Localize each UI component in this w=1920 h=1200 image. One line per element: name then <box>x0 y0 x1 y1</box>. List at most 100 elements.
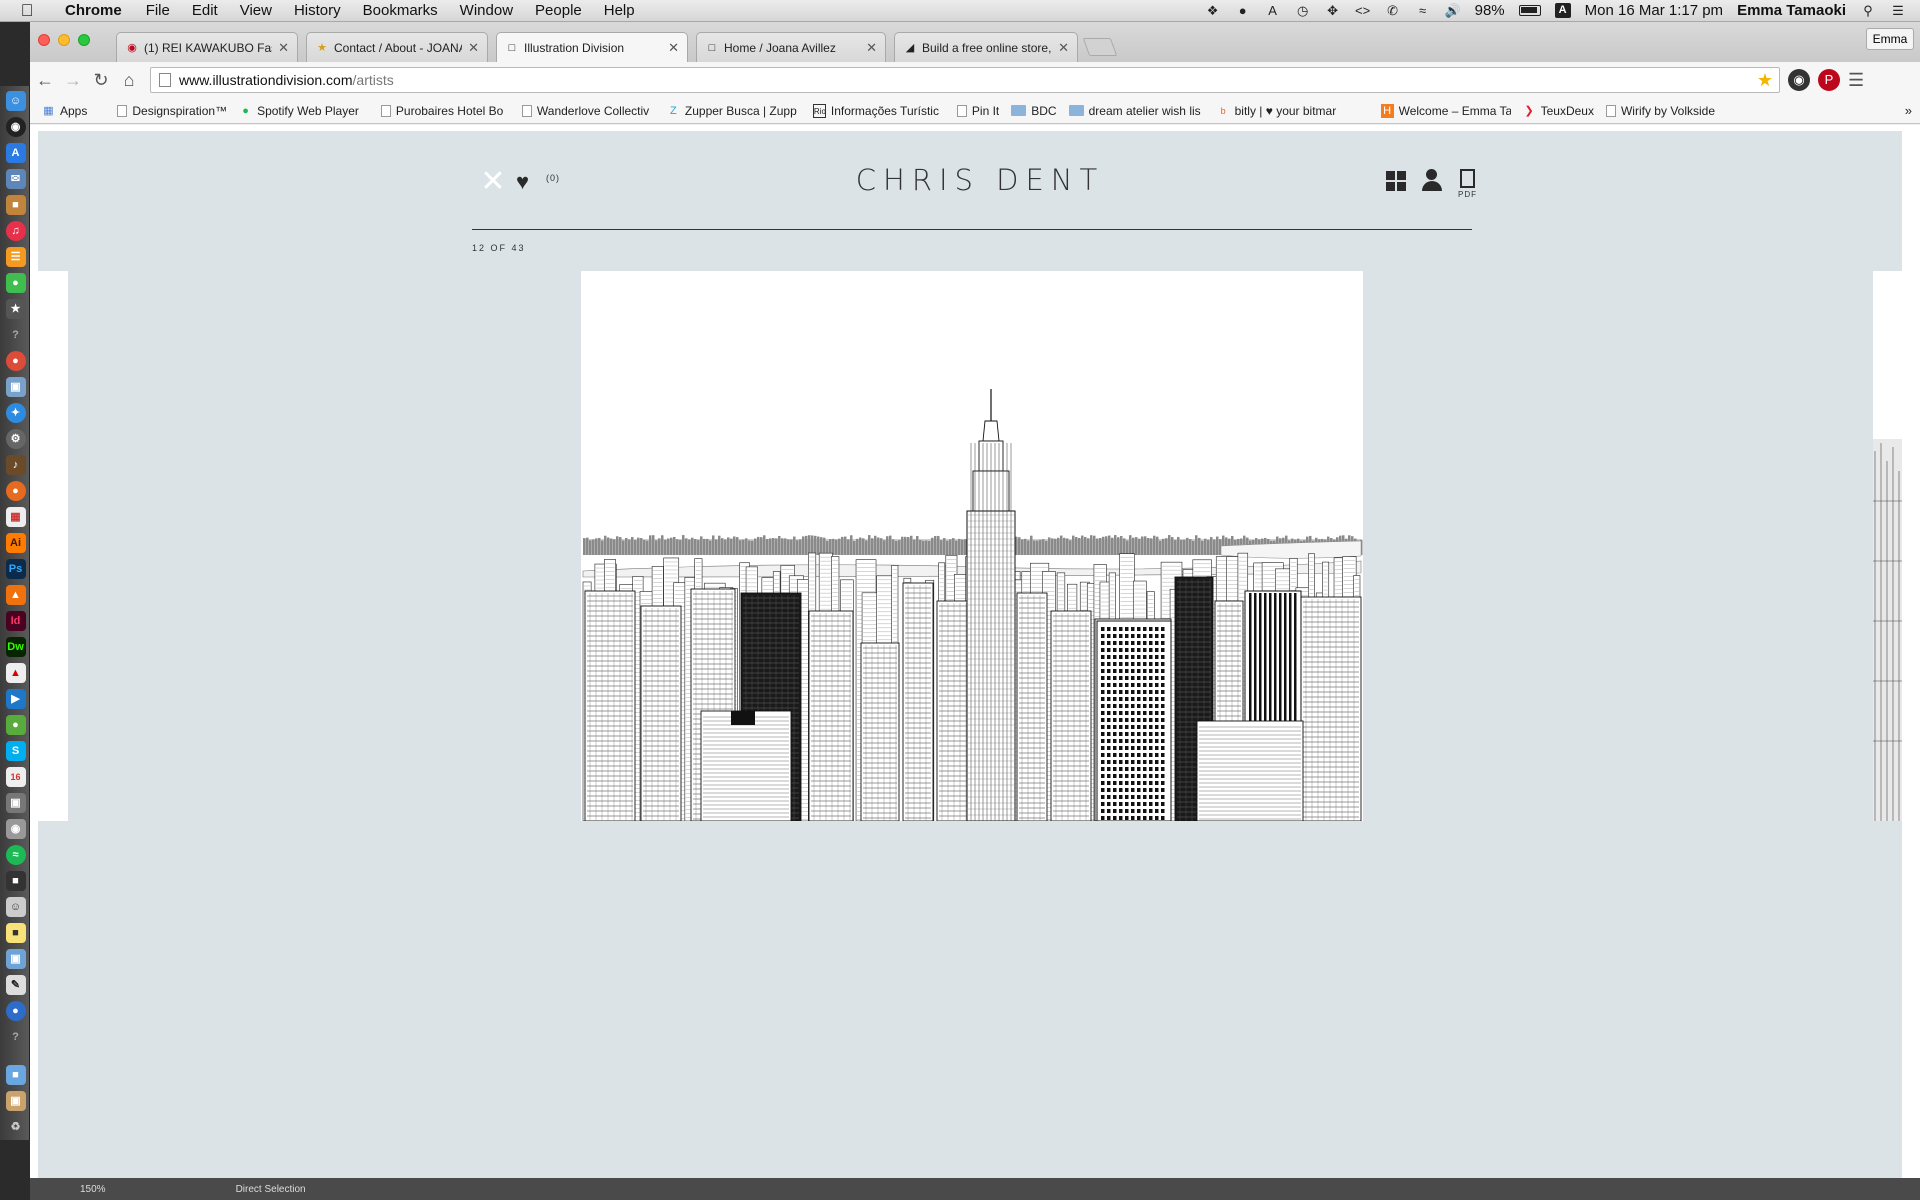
tab-close-icon[interactable]: ✕ <box>468 40 479 56</box>
evernote-dock-icon[interactable]: ● <box>5 715 26 735</box>
applications-folder-icon[interactable]: ■ <box>5 1065 26 1085</box>
window-zoom-button[interactable] <box>78 34 90 46</box>
code-icon[interactable]: <> <box>1355 3 1371 18</box>
chrome-icon[interactable]: ● <box>5 351 26 371</box>
garageband-icon[interactable]: ♪ <box>5 455 26 475</box>
dashboard-icon[interactable]: ◉ <box>5 117 26 137</box>
reload-icon[interactable]: ↻ <box>88 67 114 93</box>
calendar-icon[interactable]: ▦ <box>5 507 26 527</box>
disk-icon[interactable]: ■ <box>5 871 26 891</box>
indesign-icon[interactable]: Id <box>5 611 26 631</box>
tab-close-icon[interactable]: ✕ <box>668 40 679 56</box>
photo-icon[interactable]: ▣ <box>5 793 26 813</box>
firefox-icon[interactable]: ● <box>5 481 26 501</box>
menu-help[interactable]: Help <box>593 2 646 19</box>
bookmark-folder-dream-atelier[interactable]: dream atelier wish lis <box>1068 104 1205 118</box>
bookmark-bitly[interactable]: b bitly | ♥ your bitmar <box>1217 104 1369 118</box>
home-icon[interactable]: ⌂ <box>116 67 142 93</box>
scanner-icon[interactable]: ◉ <box>5 819 26 839</box>
dreamweaver-icon[interactable]: Dw <box>5 637 26 657</box>
page-info-icon[interactable] <box>159 73 171 87</box>
previous-image-peek[interactable] <box>38 271 68 821</box>
time-machine-icon[interactable]: ◷ <box>1295 3 1311 18</box>
ibooks-icon[interactable]: ☰ <box>5 247 26 267</box>
bookmark-pin-it[interactable]: Pin It <box>956 104 999 118</box>
forward-arrow-icon[interactable]: → <box>60 67 86 93</box>
bookmark-informacoes[interactable]: Rio Informações Turístic <box>812 103 945 118</box>
quicktime-icon[interactable]: ▶ <box>5 689 26 709</box>
next-image-peek[interactable] <box>1873 271 1902 821</box>
new-tab-button[interactable] <box>1082 38 1118 56</box>
menu-people[interactable]: People <box>524 2 593 19</box>
evernote-icon[interactable]: ● <box>1235 3 1251 18</box>
battery-percent[interactable]: 98% <box>1475 2 1505 19</box>
menu-app-name[interactable]: Chrome <box>54 2 135 19</box>
mail-icon[interactable]: ✉ <box>5 169 26 189</box>
grid-view-icon[interactable] <box>1386 171 1406 191</box>
menu-bookmarks[interactable]: Bookmarks <box>352 2 449 19</box>
phone-icon[interactable]: ✆ <box>1385 3 1401 18</box>
window-minimize-button[interactable] <box>58 34 70 46</box>
color-extension-icon[interactable]: ◉ <box>1788 69 1810 91</box>
photoshop-icon[interactable]: Ps <box>5 559 26 579</box>
contacts-icon[interactable]: ☺ <box>5 897 26 917</box>
bookmark-welcome-emma[interactable]: H Welcome – Emma Ta <box>1380 103 1511 118</box>
menu-view[interactable]: View <box>229 2 283 19</box>
tab-contact-about[interactable]: ★ Contact / About - JOANA A ✕ <box>306 32 488 62</box>
pdf-download-button[interactable]: PDF <box>1458 169 1476 199</box>
bookmark-spotify[interactable]: ● Spotify Web Player <box>239 104 359 118</box>
wifi-icon[interactable]: ≈ <box>1415 3 1431 18</box>
chrome-menu-icon[interactable]: ☰ <box>1848 70 1864 91</box>
safari-icon[interactable]: ✦ <box>5 403 26 423</box>
acrobat-icon[interactable]: ▲ <box>5 663 26 683</box>
illustrator-icon[interactable]: Ai <box>5 533 26 553</box>
tab-illustration-division[interactable]: □ Illustration Division ✕ <box>496 32 688 62</box>
user-profile-icon[interactable] <box>1421 169 1443 193</box>
trash-icon[interactable]: ♻ <box>6 1117 26 1137</box>
adobe-icon[interactable]: A <box>1265 3 1281 18</box>
menu-edit[interactable]: Edit <box>181 2 229 19</box>
apple-menu-icon[interactable]:  <box>0 1 54 21</box>
menu-window[interactable]: Window <box>449 2 524 19</box>
system-preferences-icon[interactable]: ⚙ <box>5 429 26 449</box>
skype-icon[interactable]: S <box>5 741 26 761</box>
ical-icon[interactable]: 16 <box>5 767 26 787</box>
bookmark-folder-bdc[interactable]: BDC <box>1011 104 1057 118</box>
window-close-button[interactable] <box>38 34 50 46</box>
notification-center-icon[interactable]: ☰ <box>1890 3 1906 18</box>
bookmark-purobaires[interactable]: Purobaires Hotel Bo <box>380 104 510 118</box>
bookmarks-overflow-icon[interactable]: » <box>1905 103 1912 118</box>
dropbox-icon[interactable]: ❖ <box>1205 3 1221 18</box>
input-source-icon[interactable]: A <box>1554 3 1571 18</box>
finder-icon[interactable]: ☺ <box>5 91 26 111</box>
bookmark-teuxdeux[interactable]: ❯ TeuxDeux <box>1523 104 1594 118</box>
tab-close-icon[interactable]: ✕ <box>278 40 289 56</box>
bookmark-apps[interactable]: ▦ Apps <box>42 104 87 118</box>
move-icon[interactable]: ✥ <box>1325 3 1341 18</box>
profile-button[interactable]: Emma <box>1866 28 1914 50</box>
bookmark-zupper[interactable]: Z Zupper Busca | Zupp <box>667 104 801 118</box>
pinterest-extension-icon[interactable]: P <box>1818 69 1840 91</box>
bookmark-star-icon[interactable]: ★ <box>1757 70 1773 91</box>
battery-icon[interactable] <box>1518 5 1541 16</box>
pencil-app-icon[interactable]: ✎ <box>5 975 26 995</box>
tab-online-store[interactable]: ◢ Build a free online store, s ✕ <box>894 32 1078 62</box>
tab-close-icon[interactable]: ✕ <box>1058 40 1069 56</box>
spotify-dock-icon[interactable]: ≈ <box>5 845 26 865</box>
starred-icon[interactable]: ★ <box>5 299 26 319</box>
itunes-icon[interactable]: ♫ <box>5 221 26 241</box>
documents-stack-icon[interactable]: ▣ <box>5 1091 26 1111</box>
back-arrow-icon[interactable]: ← <box>32 67 58 93</box>
menubar-clock[interactable]: Mon 16 Mar 1:17 pm <box>1585 2 1723 19</box>
image-capture-icon[interactable]: ▣ <box>5 949 26 969</box>
artwork-image[interactable] <box>581 271 1363 821</box>
messages-icon[interactable]: ● <box>5 273 26 293</box>
vlc-icon[interactable]: ▲ <box>5 585 26 605</box>
bookmark-wanderlove[interactable]: Wanderlove Collectiv <box>521 104 655 118</box>
globe-app-icon[interactable]: ● <box>5 1001 26 1021</box>
menu-history[interactable]: History <box>283 2 352 19</box>
preview-icon[interactable]: ▣ <box>5 377 26 397</box>
tab-close-icon[interactable]: ✕ <box>866 40 877 56</box>
menu-file[interactable]: File <box>135 2 181 19</box>
tab-rei-kawakubo[interactable]: ◉ (1) REI KAWAKUBO Fashio ✕ <box>116 32 298 62</box>
